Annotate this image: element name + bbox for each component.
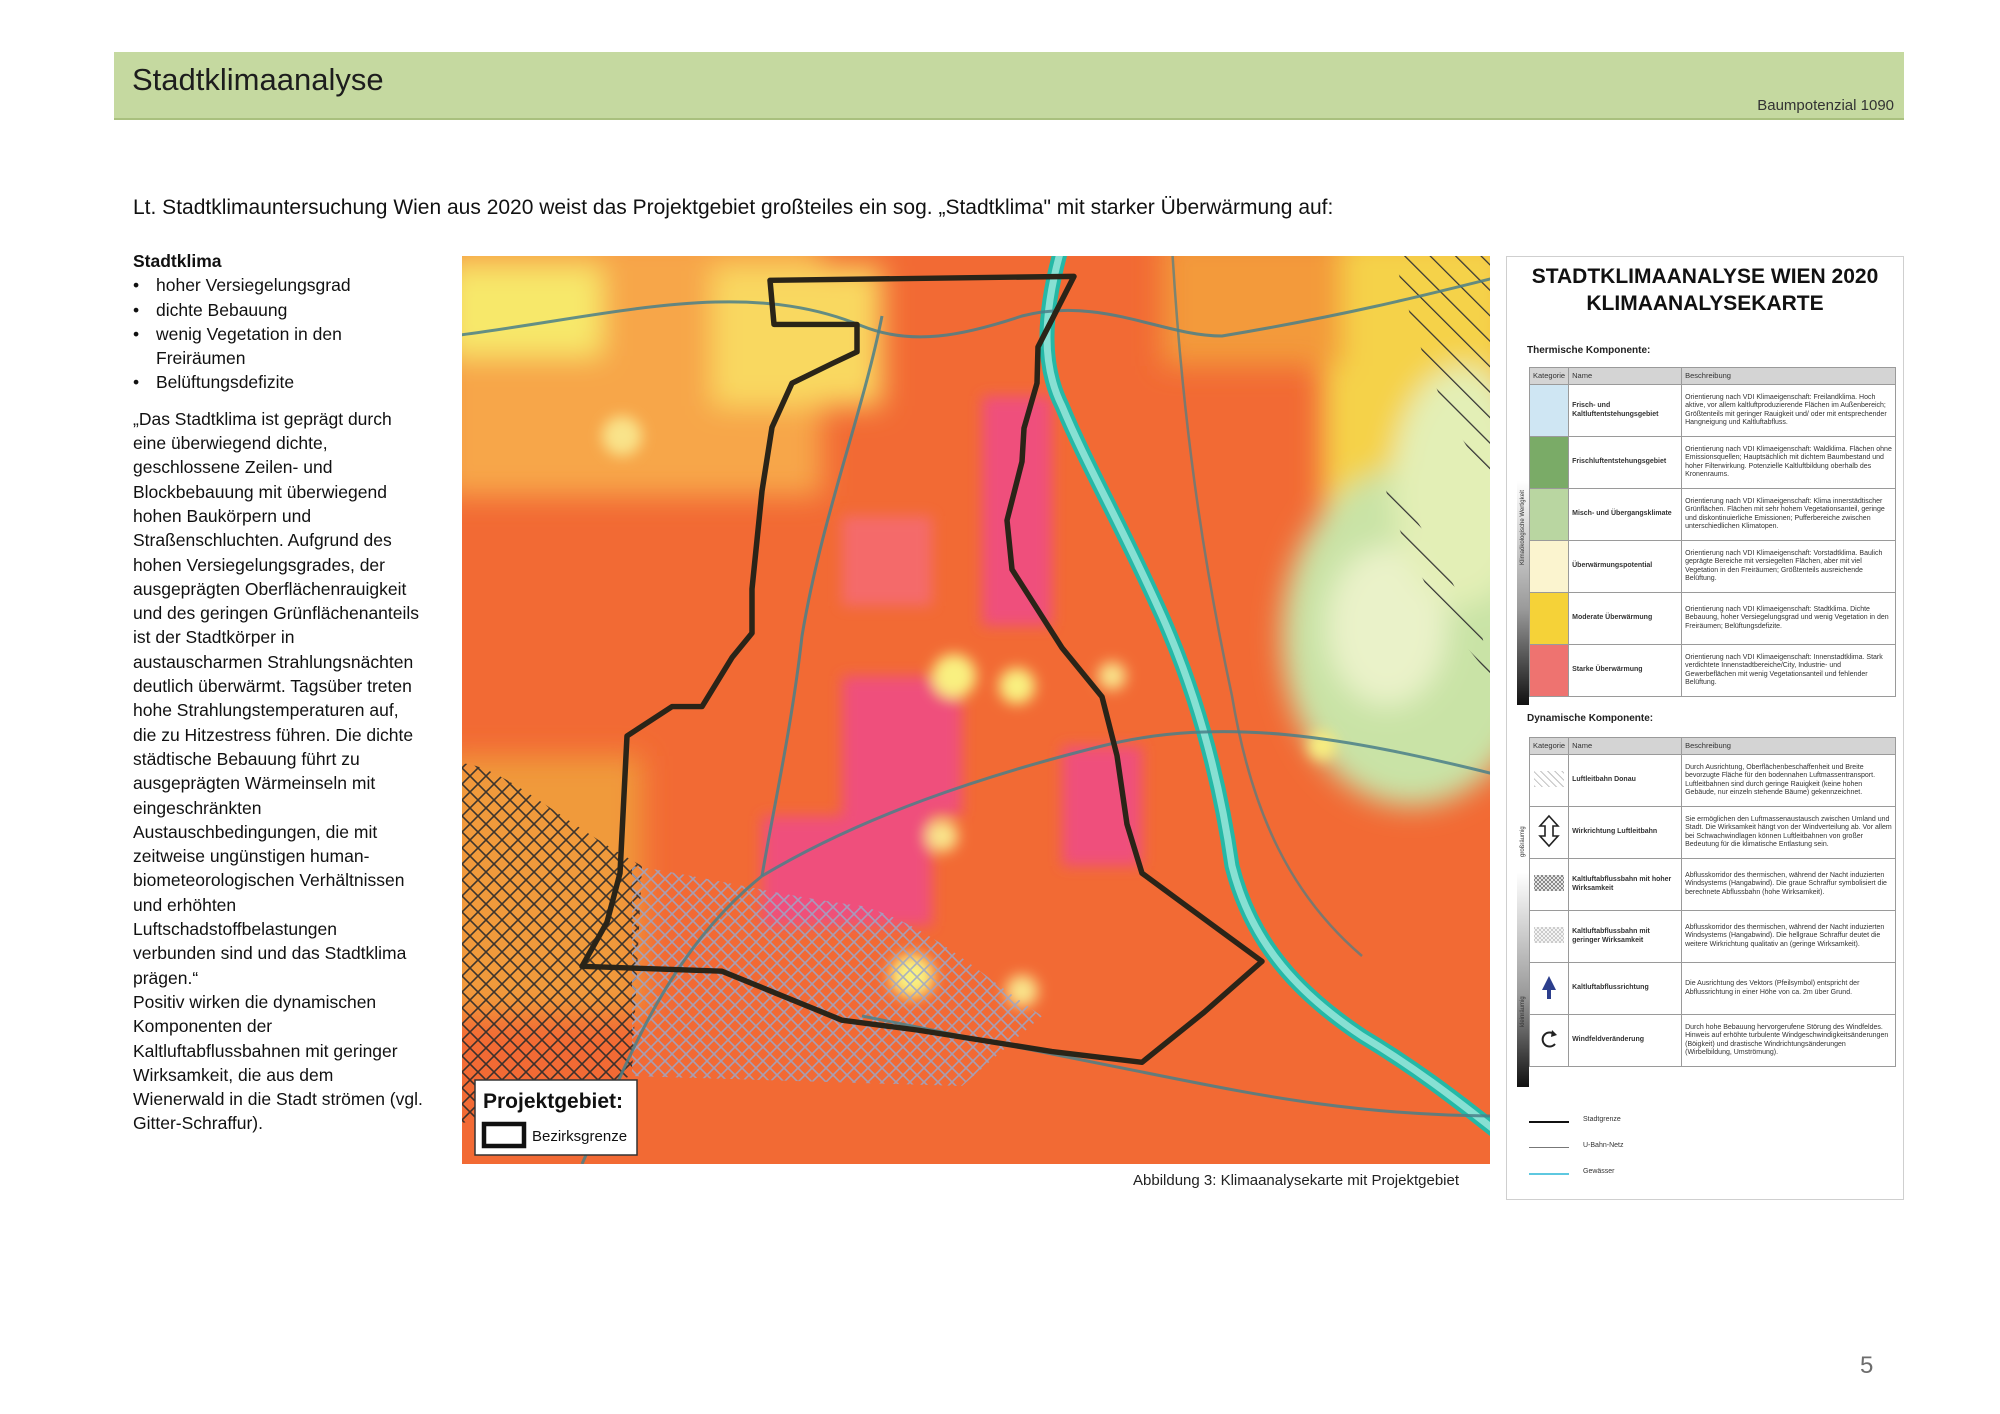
row-name: Frischluftentstehungsgebiet bbox=[1568, 436, 1683, 489]
color-swatch bbox=[1528, 436, 1570, 489]
row-description: Abflusskorridor des thermischen, während… bbox=[1681, 910, 1896, 963]
line-label: Stadtgrenze bbox=[1583, 1116, 1621, 1123]
row-name: Starke Überwärmung bbox=[1568, 644, 1683, 697]
col-header: Name bbox=[1568, 737, 1683, 755]
thermal-table: Kategorie Name Beschreibung Frisch- und … bbox=[1528, 367, 1896, 697]
city-border-line bbox=[1529, 1121, 1569, 1123]
inset-label: Bezirksgrenze bbox=[532, 1128, 627, 1145]
diagonal-hatch-icon bbox=[1528, 754, 1570, 807]
subway-line bbox=[1529, 1147, 1569, 1148]
table-row: Frischluftentstehungsgebiet Orientierung… bbox=[1528, 436, 1896, 489]
row-name: Kaltluftabflussbahn mit hoher Wirksamkei… bbox=[1568, 858, 1683, 911]
light-crosshatch-icon bbox=[1528, 910, 1570, 963]
row-description: Orientierung nach VDI Klimaeigenschaft: … bbox=[1681, 644, 1896, 697]
quote-paragraph: „Das Stadtklima ist geprägt durch eine ü… bbox=[133, 408, 420, 988]
row-name: Wirkrichtung Luftleitbahn bbox=[1568, 806, 1683, 859]
row-name: Überwärmungspotential bbox=[1568, 540, 1683, 593]
col-header: Kategorie bbox=[1528, 367, 1570, 385]
sidebar-heading: Stadtklima bbox=[133, 251, 222, 271]
inset-title: Projektgebiet: bbox=[483, 1090, 623, 1113]
table-row: Wirkrichtung Luftleitbahn Sie ermögliche… bbox=[1528, 806, 1896, 859]
water-line bbox=[1529, 1173, 1569, 1175]
row-name: Misch- und Übergangsklimate bbox=[1568, 488, 1683, 541]
row-description: Durch hohe Bebauung hervorgerufene Störu… bbox=[1681, 1014, 1896, 1067]
climate-map-graphic: Projektgebiet: Bezirksgrenze bbox=[462, 256, 1490, 1164]
row-name: Windfeldveränderung bbox=[1568, 1014, 1683, 1067]
color-swatch bbox=[1528, 592, 1570, 645]
line-label: U-Bahn-Netz bbox=[1583, 1142, 1624, 1149]
table-row: Misch- und Übergangsklimate Orientierung… bbox=[1528, 488, 1896, 541]
list-item: hoher Versiegelungsgrad bbox=[133, 273, 423, 298]
table-row: Starke Überwärmung Orientierung nach VDI… bbox=[1528, 644, 1896, 697]
legend-panel: STADTKLIMAANALYSE WIEN 2020 KLIMAANALYSE… bbox=[1506, 256, 1904, 1200]
row-description: Orientierung nach VDI Klimaeigenschaft: … bbox=[1681, 488, 1896, 541]
row-description: Orientierung nach VDI Klimaeigenschaft: … bbox=[1681, 436, 1896, 489]
dynamic-heading: Dynamische Komponente: bbox=[1527, 713, 1654, 724]
row-description: Die Ausrichtung des Vektors (Pfeilsymbol… bbox=[1681, 962, 1896, 1015]
blue-arrow-icon bbox=[1528, 962, 1570, 1015]
positive-paragraph: Positiv wirken die dynamischen Komponent… bbox=[133, 991, 423, 1134]
dynamic-side-labels: großräumig kleinräumig bbox=[1520, 826, 1526, 1027]
row-name: Kaltluftabflussrichtung bbox=[1568, 962, 1683, 1015]
svg-text:kleinräumig: kleinräumig bbox=[1520, 996, 1526, 1027]
row-description: Abflusskorridor des thermischen, während… bbox=[1681, 858, 1896, 911]
line-label: Gewässer bbox=[1583, 1168, 1615, 1175]
row-description: Durch Ausrichtung, Oberflächenbeschaffen… bbox=[1681, 754, 1896, 807]
legend-title: STADTKLIMAANALYSE WIEN 2020 KLIMAANALYSE… bbox=[1507, 263, 1903, 317]
list-item: Belüftungsdefizite bbox=[133, 370, 423, 395]
col-header: Kategorie bbox=[1528, 737, 1570, 755]
page-title: Stadtklimaanalyse bbox=[132, 62, 384, 97]
row-name: Frisch- und Kaltluftentstehungsgebiet bbox=[1568, 384, 1683, 437]
thermal-heading: Thermische Komponente: bbox=[1527, 345, 1651, 356]
table-row: Kaltluftabflussrichtung Die Ausrichtung … bbox=[1528, 962, 1896, 1015]
row-name: Moderate Überwärmung bbox=[1568, 592, 1683, 645]
table-row: Moderate Überwärmung Orientierung nach V… bbox=[1528, 592, 1896, 645]
table-row: Luftleitbahn Donau Durch Ausrichtung, Ob… bbox=[1528, 754, 1896, 807]
title-bar: Stadtklimaanalyse Baumpotenzial 1090 bbox=[114, 52, 1904, 120]
row-name: Luftleitbahn Donau bbox=[1568, 754, 1683, 807]
figure-caption: Abbildung 3: Klimaanalysekarte mit Proje… bbox=[1133, 1172, 1460, 1189]
row-description: Orientierung nach VDI Klimaeigenschaft: … bbox=[1681, 592, 1896, 645]
project-label: Baumpotenzial 1090 bbox=[1757, 97, 1894, 114]
col-header: Beschreibung bbox=[1681, 367, 1896, 385]
row-description: Orientierung nach VDI Klimaeigenschaft: … bbox=[1681, 540, 1896, 593]
table-row: Überwärmungspotential Orientierung nach … bbox=[1528, 540, 1896, 593]
row-description: Sie ermöglichen den Luftmassenaustausch … bbox=[1681, 806, 1896, 859]
double-arrow-icon bbox=[1528, 806, 1570, 859]
dense-crosshatch-icon bbox=[1528, 858, 1570, 911]
color-swatch bbox=[1528, 384, 1570, 437]
page-number: 5 bbox=[1860, 1352, 1874, 1379]
sidebar-text: Stadtklima hoher Versiegelungsgrad dicht… bbox=[133, 249, 423, 1136]
color-swatch bbox=[1528, 644, 1570, 697]
col-header: Name bbox=[1568, 367, 1683, 385]
table-row: Kaltluftabflussbahn mit geringer Wirksam… bbox=[1528, 910, 1896, 963]
table-row: Frisch- und Kaltluftentstehungsgebiet Or… bbox=[1528, 384, 1896, 437]
svg-text:großräumig: großräumig bbox=[1520, 826, 1526, 857]
col-header: Beschreibung bbox=[1681, 737, 1896, 755]
rotation-arrow-icon bbox=[1528, 1014, 1570, 1067]
legend-title-line2: KLIMAANALYSEKARTE bbox=[1586, 292, 1824, 315]
row-name: Kaltluftabflussbahn mit geringer Wirksam… bbox=[1568, 910, 1683, 963]
climate-map: Projektgebiet: Bezirksgrenze bbox=[462, 256, 1490, 1164]
row-description: Orientierung nach VDI Klimaeigenschaft: … bbox=[1681, 384, 1896, 437]
list-item: wenig Vegetation in den Freiräumen bbox=[133, 322, 423, 371]
bullet-list: hoher Versiegelungsgrad dichte Bebauung … bbox=[133, 273, 423, 395]
table-row: Kaltluftabflussbahn mit hoher Wirksamkei… bbox=[1528, 858, 1896, 911]
color-swatch bbox=[1528, 540, 1570, 593]
svg-text:Klimaökologische Wertigkeit: Klimaökologische Wertigkeit bbox=[1520, 490, 1526, 565]
list-item: dichte Bebauung bbox=[133, 298, 423, 323]
table-row: Windfeldveränderung Durch hohe Bebauung … bbox=[1528, 1014, 1896, 1067]
legend-title-line1: STADTKLIMAANALYSE WIEN 2020 bbox=[1531, 265, 1879, 288]
dynamic-table: Kategorie Name Beschreibung Luftleitbahn… bbox=[1528, 737, 1896, 1067]
intro-text: Lt. Stadtklimauntersuchung Wien aus 2020… bbox=[133, 196, 1334, 219]
color-swatch bbox=[1528, 488, 1570, 541]
thermal-side-label: Klimaökologische Wertigkeit bbox=[1520, 490, 1526, 565]
